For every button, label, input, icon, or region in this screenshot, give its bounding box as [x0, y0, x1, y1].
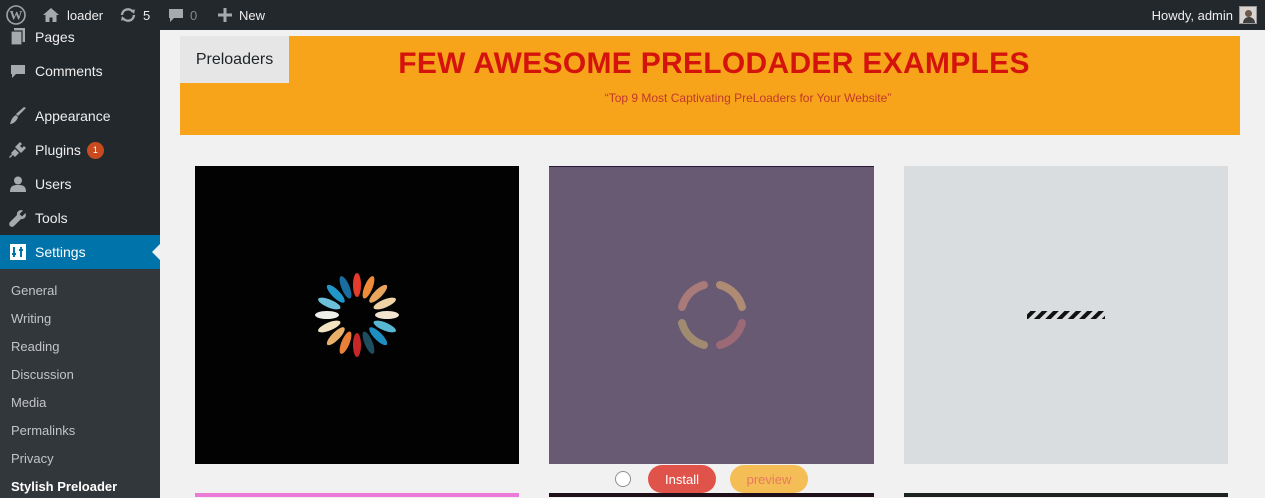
- preloader-card-3[interactable]: [904, 166, 1228, 464]
- users-icon: [8, 174, 28, 194]
- menu-label: Appearance: [35, 108, 111, 124]
- new-label: New: [239, 7, 266, 23]
- current-menu-arrow: [152, 244, 160, 260]
- wrench-icon: [8, 208, 28, 228]
- plugins-icon: [8, 140, 28, 160]
- howdy-text: Howdy, admin: [1151, 7, 1233, 23]
- settings-submenu: General Writing Reading Discussion Media…: [0, 269, 160, 498]
- comments-count: 0: [190, 7, 198, 23]
- menu-item-settings[interactable]: Settings: [0, 235, 160, 269]
- appearance-icon: [8, 106, 28, 126]
- menu-item-plugins[interactable]: Plugins 1: [0, 133, 160, 167]
- submenu-writing[interactable]: Writing: [11, 311, 51, 326]
- petal-spinner-icon: [315, 273, 399, 357]
- submenu-privacy[interactable]: Privacy: [11, 451, 54, 466]
- comment-bubble-icon: [168, 8, 184, 23]
- admin-bar: W loader 5 0 New Howdy, admin: [0, 0, 1265, 30]
- plus-icon: [218, 8, 232, 22]
- select-preloader-radio[interactable]: [615, 471, 631, 487]
- tab-preloaders[interactable]: Preloaders: [180, 36, 289, 83]
- pages-icon: [8, 27, 28, 47]
- submenu-media[interactable]: Media: [11, 395, 46, 410]
- preloader-card-5[interactable]: [549, 493, 874, 497]
- page-subtitle: “Top 9 Most Captivating PreLoaders for Y…: [604, 91, 892, 105]
- avatar: [1239, 6, 1257, 24]
- submenu-general[interactable]: General: [11, 283, 57, 298]
- install-button[interactable]: Install: [648, 465, 716, 493]
- submenu-discussion[interactable]: Discussion: [11, 367, 74, 382]
- preloader-card-4[interactable]: [195, 493, 519, 497]
- menu-item-appearance[interactable]: Appearance: [0, 99, 160, 133]
- menu-label: Users: [35, 176, 72, 192]
- submenu-reading[interactable]: Reading: [11, 339, 59, 354]
- ring-spinner-icon: [678, 281, 746, 349]
- preloader-card-2[interactable]: [549, 166, 874, 464]
- preloader-card-6[interactable]: [904, 493, 1228, 497]
- submenu-stylish-preloader[interactable]: Stylish Preloader: [11, 479, 117, 494]
- menu-item-users[interactable]: Users: [0, 167, 160, 201]
- preview-button[interactable]: preview: [730, 465, 808, 493]
- comments-icon: [8, 61, 28, 81]
- menu-label: Tools: [35, 210, 68, 226]
- settings-icon: [8, 242, 28, 262]
- plugins-update-badge: 1: [86, 141, 104, 159]
- new-content-link[interactable]: New: [218, 0, 265, 30]
- menu-item-tools[interactable]: Tools: [0, 201, 160, 235]
- comments-link[interactable]: 0: [168, 0, 197, 30]
- admin-sidebar: Pages Comments Appearance Plugins 1 User…: [0, 28, 160, 498]
- menu-item-comments[interactable]: Comments: [0, 54, 160, 88]
- menu-item-pages[interactable]: Pages: [0, 20, 160, 54]
- striped-bar-icon: [1027, 311, 1105, 319]
- menu-label: Comments: [35, 63, 103, 79]
- submenu-permalinks[interactable]: Permalinks: [11, 423, 75, 438]
- preloader-card-1[interactable]: [195, 166, 519, 464]
- menu-label: Plugins: [35, 142, 81, 158]
- page-title: FEW AWESOME PRELODADER EXAMPLES: [398, 47, 1030, 80]
- menu-label: Pages: [35, 29, 75, 45]
- menu-label: Settings: [35, 244, 86, 260]
- my-account-link[interactable]: Howdy, admin: [1152, 0, 1257, 30]
